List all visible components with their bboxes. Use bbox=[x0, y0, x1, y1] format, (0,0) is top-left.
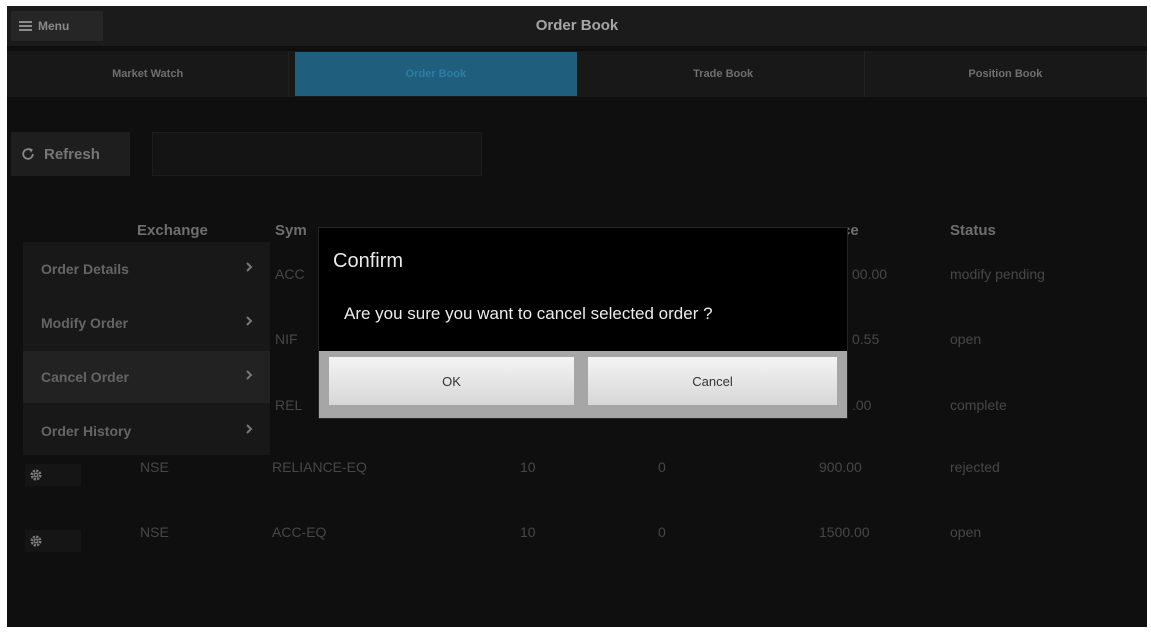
ok-button[interactable]: OK bbox=[329, 357, 574, 405]
table-cell-symbol: RELIANCE-EQ bbox=[272, 459, 367, 475]
hamburger-icon bbox=[19, 19, 32, 33]
menu-item-label: Cancel Order bbox=[41, 369, 129, 385]
table-cell-symbol: ACC-EQ bbox=[272, 524, 327, 540]
column-header-status: Status bbox=[950, 222, 996, 239]
table-cell-qty: 10 bbox=[520, 459, 536, 475]
dialog-message: Are you sure you want to cancel selected… bbox=[344, 304, 713, 323]
menu-item-modify-order[interactable]: Modify Order bbox=[23, 297, 270, 349]
refresh-button[interactable]: Refresh bbox=[11, 132, 130, 176]
page-title: Order Book bbox=[535, 17, 619, 34]
refresh-icon bbox=[22, 148, 34, 160]
table-cell-exchange: NSE bbox=[140, 524, 169, 540]
tab-bar: Market Watch Order Book Trade Book Posit… bbox=[7, 51, 1147, 97]
table-cell-price: 900.00 bbox=[819, 459, 862, 475]
search-input[interactable] bbox=[152, 132, 482, 176]
table-cell-status: open bbox=[950, 524, 982, 540]
table-cell-filled: 0 bbox=[658, 459, 666, 475]
column-header-exchange: Exchange bbox=[137, 222, 208, 239]
menu-item-order-details[interactable]: Order Details bbox=[23, 243, 270, 295]
cancel-button[interactable]: Cancel bbox=[588, 357, 837, 405]
menu-item-cancel-order[interactable]: Cancel Order bbox=[23, 351, 270, 403]
table-cell-symbol: REL bbox=[275, 397, 303, 413]
tab-position-book[interactable]: Position Book bbox=[865, 51, 1147, 97]
table-cell-symbol: ACC bbox=[275, 266, 305, 282]
menu-item-label: Order Details bbox=[41, 261, 129, 277]
order-context-menu: Order Details Modify Order Cancel Order … bbox=[23, 242, 270, 455]
menu-item-label: Order History bbox=[41, 423, 132, 439]
chevron-right-icon bbox=[246, 370, 253, 380]
table-cell-symbol: NIF bbox=[275, 331, 298, 347]
menu-item-label: Modify Order bbox=[41, 315, 129, 331]
table-cell-status: rejected bbox=[950, 459, 1000, 475]
table-cell-price: 0.55 bbox=[852, 331, 880, 347]
menu-button[interactable]: Menu bbox=[11, 11, 103, 41]
row-action-button[interactable] bbox=[25, 530, 81, 552]
dialog-title: Confirm bbox=[333, 250, 404, 272]
chevron-right-icon bbox=[246, 316, 253, 326]
row-action-button[interactable] bbox=[25, 464, 81, 486]
table-cell-qty: 10 bbox=[520, 524, 536, 540]
tab-trade-book[interactable]: Trade Book bbox=[583, 51, 865, 97]
chevron-right-icon bbox=[246, 424, 253, 434]
gear-icon bbox=[30, 469, 42, 481]
column-header-symbol: Sym bbox=[275, 222, 307, 239]
dialog-button-bar: OK Cancel bbox=[319, 351, 847, 418]
table-cell-price: 1500.00 bbox=[819, 524, 870, 540]
gear-icon bbox=[30, 535, 42, 547]
chevron-right-icon bbox=[246, 262, 253, 272]
table-cell-status: open bbox=[950, 331, 982, 347]
table-cell-exchange: NSE bbox=[140, 459, 169, 475]
tab-order-book[interactable]: Order Book bbox=[295, 52, 577, 96]
tab-market-watch[interactable]: Market Watch bbox=[7, 51, 290, 97]
table-cell-price: 00.00 bbox=[852, 266, 888, 282]
table-cell-price: .00 bbox=[852, 397, 872, 413]
top-bar: Order Book Menu bbox=[7, 6, 1147, 46]
table-cell-status: modify pending bbox=[950, 266, 1045, 282]
menu-button-label: Menu bbox=[38, 19, 70, 33]
refresh-label: Refresh bbox=[44, 145, 100, 163]
menu-item-order-history[interactable]: Order History bbox=[23, 405, 270, 457]
app-screen: Order Book Menu Market Watch Order Book … bbox=[7, 6, 1147, 627]
table-cell-filled: 0 bbox=[658, 524, 666, 540]
confirm-dialog: Confirm Are you sure you want to cancel … bbox=[319, 228, 847, 418]
table-cell-status: complete bbox=[950, 397, 1007, 413]
